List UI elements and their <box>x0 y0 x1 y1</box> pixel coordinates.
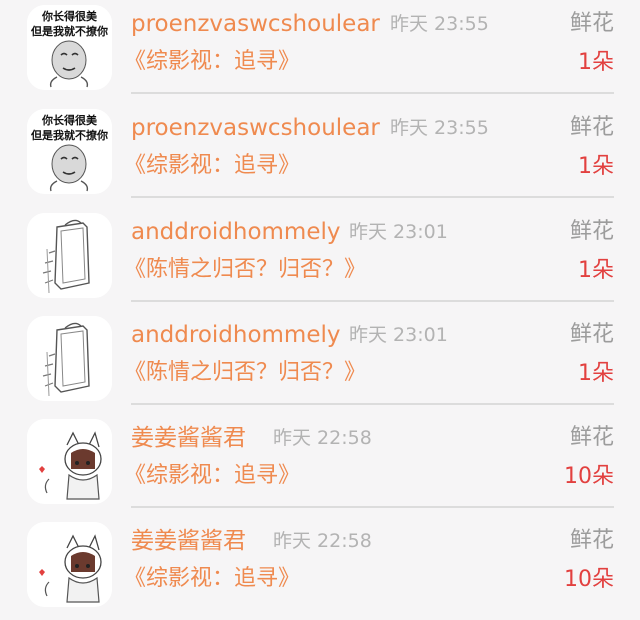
username[interactable]: anddroidhommely <box>131 320 341 350</box>
meme-face-avatar-icon: 你长得很美 但是我就不撩你 <box>27 5 112 90</box>
gift-quantity: 1朵 <box>578 258 614 283</box>
timestamp: 昨天 23:01 <box>349 221 448 243</box>
avatar[interactable]: 你长得很美 但是我就不撩你 <box>27 109 112 194</box>
gift-quantity: 10朵 <box>564 464 614 489</box>
row-divider <box>131 92 614 94</box>
username[interactable]: anddroidhommely <box>131 217 341 247</box>
gift-record-list: 你长得很美 但是我就不撩你 proenzvaswcshoulear 昨天 23:… <box>0 0 640 607</box>
gift-type: 鲜花 <box>569 528 614 553</box>
gift-record-row[interactable]: 你长得很美 但是我就不撩你 proenzvaswcshoulear 昨天 23:… <box>0 0 640 103</box>
work-title[interactable]: 《综影视：追寻》 <box>124 151 300 181</box>
row-divider <box>131 403 614 405</box>
meme-face-avatar-icon: 你长得很美 但是我就不撩你 <box>27 109 112 194</box>
timestamp: 昨天 23:01 <box>349 324 448 346</box>
gift-record-row[interactable]: 你长得很美 但是我就不撩你 proenzvaswcshoulear 昨天 23:… <box>0 104 640 207</box>
gift-record-row[interactable]: anddroidhommely 昨天 23:01 鲜花 《陈情之归否？归否？》 … <box>0 311 640 414</box>
avatar-caption-top: 你长得很美 <box>41 9 98 23</box>
anime-cat-hood-avatar-icon <box>27 419 112 504</box>
gift-record-row[interactable]: anddroidhommely 昨天 23:01 鲜花 《陈情之归否？归否？》 … <box>0 208 640 311</box>
username[interactable]: 姜姜酱酱君 <box>131 526 246 556</box>
gift-type: 鲜花 <box>569 115 614 140</box>
work-title[interactable]: 《综影视：追寻》 <box>124 564 300 594</box>
username[interactable]: proenzvaswcshoulear <box>131 113 380 143</box>
gift-quantity: 1朵 <box>578 50 614 75</box>
avatar-caption-bottom: 但是我就不撩你 <box>30 24 108 38</box>
avatar[interactable]: 你长得很美 但是我就不撩你 <box>27 5 112 90</box>
sketch-bag-avatar-icon <box>27 316 112 401</box>
timestamp: 昨天 22:58 <box>273 530 372 552</box>
avatar[interactable] <box>27 522 112 607</box>
timestamp: 昨天 23:55 <box>390 13 489 35</box>
gift-type: 鲜花 <box>569 219 614 244</box>
avatar[interactable] <box>27 316 112 401</box>
row-divider <box>131 506 614 508</box>
gift-quantity: 1朵 <box>578 154 614 179</box>
gift-record-row[interactable]: 姜姜酱酱君 昨天 22:58 鲜花 《综影视：追寻》 10朵 <box>0 414 640 517</box>
username[interactable]: 姜姜酱酱君 <box>131 423 246 453</box>
work-title[interactable]: 《综影视：追寻》 <box>124 461 300 491</box>
timestamp: 昨天 23:55 <box>390 117 489 139</box>
gift-type: 鲜花 <box>569 425 614 450</box>
work-title[interactable]: 《陈情之归否？归否？》 <box>124 358 366 388</box>
work-title[interactable]: 《综影视：追寻》 <box>124 47 300 77</box>
row-divider <box>131 300 614 302</box>
avatar[interactable] <box>27 213 112 298</box>
username[interactable]: proenzvaswcshoulear <box>131 9 380 39</box>
gift-type: 鲜花 <box>569 322 614 347</box>
gift-type: 鲜花 <box>569 11 614 36</box>
avatar-caption-top: 你长得很美 <box>41 113 98 127</box>
gift-record-row[interactable]: 姜姜酱酱君 昨天 22:58 鲜花 《综影视：追寻》 10朵 <box>0 517 640 620</box>
avatar[interactable] <box>27 419 112 504</box>
timestamp: 昨天 22:58 <box>273 427 372 449</box>
avatar-caption-bottom: 但是我就不撩你 <box>30 128 108 142</box>
anime-cat-hood-avatar-icon <box>27 522 112 607</box>
sketch-bag-avatar-icon <box>27 213 112 298</box>
row-divider <box>131 196 614 198</box>
work-title[interactable]: 《陈情之归否？归否？》 <box>124 255 366 285</box>
gift-quantity: 10朵 <box>564 567 614 592</box>
gift-quantity: 1朵 <box>578 361 614 386</box>
